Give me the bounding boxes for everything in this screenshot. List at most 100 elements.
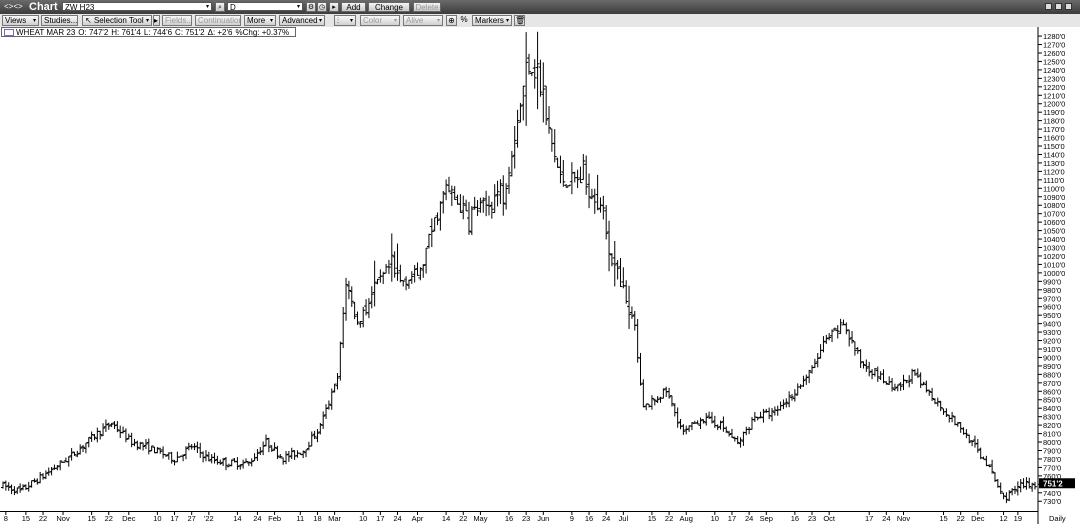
price-label: 970'0 [1043,294,1061,303]
bar-style-menu[interactable]: ⫶ ▾ [334,15,356,26]
price-label: 1040'0 [1043,235,1065,244]
views-menu[interactable]: Views ▾ [2,15,39,26]
price-label: 860'0 [1043,387,1061,396]
time-label: 22 [39,514,47,523]
price-label: 740'0 [1043,489,1061,498]
change-value: Δ: +2'6 [207,28,233,37]
time-label: 23 [808,514,816,523]
color-menu[interactable]: Color ▾ [360,15,400,26]
time-label: Mar [328,514,341,523]
time-label: 16 [505,514,513,523]
price-label: 880'0 [1043,370,1061,379]
price-label: 1240'0 [1043,66,1065,75]
time-label: 22 [957,514,965,523]
price-label: 780'0 [1043,455,1061,464]
time-label: Jun [537,514,549,523]
time-label: 10 [711,514,719,523]
time-label: Nov [897,514,911,523]
play-icon[interactable]: ▸ [329,2,339,12]
plot-area[interactable] [0,27,1038,511]
time-label: Sep [760,514,773,523]
price-label: 990'0 [1043,277,1061,286]
time-label: Dec [122,514,136,523]
time-label: 15 [22,514,30,523]
price-label: 1080'0 [1043,201,1065,210]
price-label: 1190'0 [1043,108,1065,117]
trash-icon[interactable]: 🗑 [514,15,525,26]
chevron-down-icon[interactable]: ▾ [297,3,300,12]
more-menu[interactable]: More ▾ [244,15,276,26]
price-label: 1210'0 [1043,91,1065,100]
change-button[interactable]: Change [368,2,410,12]
window-title: Chart [29,1,58,13]
time-label: Aug [680,514,693,523]
time-label: May [473,514,487,523]
time-label: '22 [204,514,214,523]
price-label: 1140'0 [1043,150,1065,159]
time-label: 12 [999,514,1007,523]
app-logo-icon: <><> [4,2,23,11]
price-label: 1030'0 [1043,244,1065,253]
fields-button[interactable]: Fields... [162,15,192,26]
selection-tool-menu[interactable]: ↖ Selection Tool ▾ [82,15,152,26]
time-label: 10 [359,514,367,523]
zoom-icon[interactable]: ⊕ [446,15,457,26]
time-label: Nov [56,514,70,523]
time-label: 10 [153,514,161,523]
price-label: 980'0 [1043,286,1061,295]
time-label: 17 [376,514,384,523]
close-icon[interactable] [1065,3,1072,10]
gear-icon[interactable]: ⚙ [306,2,316,12]
time-label: 22 [459,514,467,523]
clock-icon[interactable]: ◷ [317,2,327,12]
time-label: 14 [442,514,450,523]
open-value: O: 747'2 [78,28,109,37]
ohlc-bar-icon: ⫶ [337,16,339,25]
percent-toggle[interactable]: % [459,15,469,26]
price-label: 920'0 [1043,337,1061,346]
time-label: 15 [939,514,947,523]
price-label: 1200'0 [1043,100,1065,109]
price-label: 1220'0 [1043,83,1065,92]
chart-legend: WHEAT MAR 23 O: 747'2 H: 761'4 L: 744'6 C: 7… [1,27,297,37]
markers-menu[interactable]: Markers ▾ [472,15,512,26]
advanced-menu[interactable]: Advanced ▾ [279,15,325,26]
period-input[interactable]: D ▾ [227,2,303,12]
time-label: Jul [619,514,629,523]
cursor-icon: ↖ [85,16,94,25]
low-value: L: 744'6 [143,28,173,37]
price-label: 1090'0 [1043,193,1065,202]
alive-menu[interactable]: Alive ▾ [403,15,443,26]
maximize-icon[interactable] [1055,3,1062,10]
delete-button[interactable]: Delete [413,2,441,12]
chevron-down-icon[interactable]: ▾ [206,3,209,12]
add-button[interactable]: Add [341,2,366,12]
arrow-right-icon[interactable]: ▸ [153,15,160,26]
time-label: 15 [87,514,95,523]
pct-change-value: %Chg: +0.37% [235,28,290,37]
studies-button[interactable]: Studies... [41,15,78,26]
price-label: 900'0 [1043,353,1061,362]
time-label: 23 [522,514,530,523]
time-label: 24 [253,514,261,523]
minimize-icon[interactable] [1045,3,1052,10]
price-label: 800'0 [1043,438,1061,447]
time-label: Apr [412,514,424,523]
price-label: 810'0 [1043,430,1061,439]
time-label: 9 [570,514,574,523]
period-label: Daily [1049,514,1066,523]
price-label: 1130'0 [1043,159,1065,168]
price-label: 1110'0 [1043,176,1064,185]
price-label: 850'0 [1043,396,1061,405]
price-label: 790'0 [1043,446,1061,455]
symbol-input[interactable]: ZW H23 ▾ [62,2,212,12]
chart-toolbar: Views ▾ Studies... ↖ Selection Tool ▾ ▸ Fi… [0,14,1080,28]
time-label: 24 [745,514,753,523]
price-chart[interactable]: 730'0740'0750'0760'0770'0780'0790'0800'0… [0,27,1080,524]
last-price-label: 751'2 [1043,479,1063,488]
search-icon[interactable]: ⌕ [215,2,225,12]
continuation-button[interactable]: Continuation [195,15,241,26]
contract-name: WHEAT MAR 23 [16,28,76,37]
price-label: 950'0 [1043,311,1061,320]
time-label: 18 [313,514,321,523]
